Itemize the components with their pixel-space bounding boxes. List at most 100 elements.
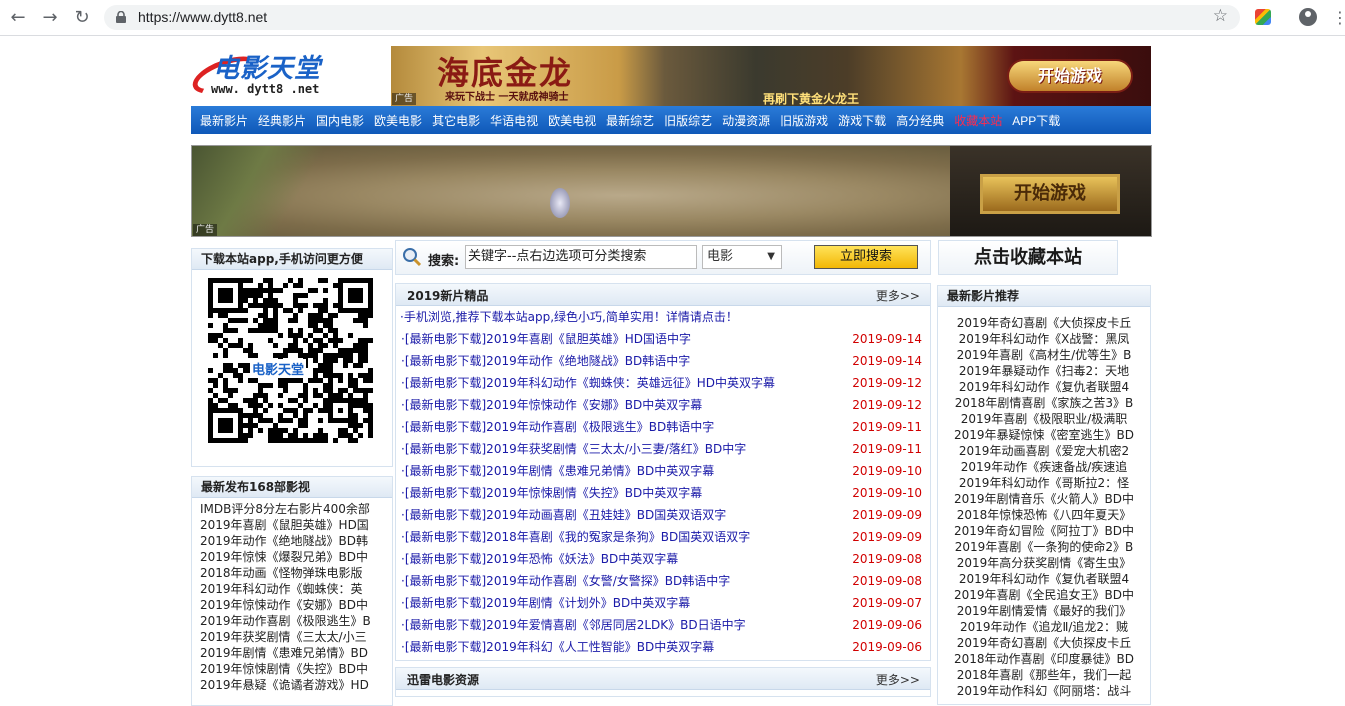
recommend-item[interactable]: 2019年奇幻喜剧《大侦探皮卡丘 [938, 635, 1150, 651]
latest-168-item[interactable]: 2019年悬疑《诡谲者游戏》HD [200, 677, 392, 693]
recommend-item[interactable]: 2019年科幻动作《复仇者联盟4 [938, 571, 1150, 587]
recommend-item[interactable]: 2018年惊悚恐怖《八四年夏天》 [938, 507, 1150, 523]
recommend-item[interactable]: 2018年剧情喜剧《家族之苦3》B [938, 395, 1150, 411]
new-2019-row: ·[最新电影下载]2019年爱情喜剧《邻居同居2LDK》BD日语中字 2019-0… [396, 614, 930, 636]
movie-link[interactable]: ·[最新电影下载]2019年动作喜剧《极限逃生》BD韩语中字 [401, 420, 714, 434]
search-button[interactable]: 立即搜索 [814, 245, 918, 269]
recommend-item[interactable]: 2019年科幻动作《X战警：黑凤 [938, 331, 1150, 347]
new-2019-box: 2019新片精品 更多>> ·手机浏览,推荐下载本站app,绿色小巧,简单实用！… [395, 283, 931, 661]
new-2019-row: ·[最新电影下载]2019年科幻动作《蜘蛛侠：英雄远征》HD中英双字幕 2019-… [396, 372, 930, 394]
latest-168-item[interactable]: 2019年喜剧《鼠胆英雄》HD国 [200, 517, 392, 533]
nav-item[interactable]: 其它电影 [427, 112, 485, 129]
search-input[interactable]: 关键字--点右边选项可分类搜索 [465, 245, 697, 269]
recommend-item[interactable]: 2019年高分获奖剧情《寄生虫》 [938, 555, 1150, 571]
latest-168-item[interactable]: 2019年惊悚《爆裂兄弟》BD中 [200, 549, 392, 565]
movie-link[interactable]: ·[最新电影下载]2019年剧情《计划外》BD中英双字幕 [401, 596, 690, 610]
recommend-item[interactable]: 2019年喜剧《极限职业/极满职 [938, 411, 1150, 427]
bookmark-star-icon[interactable]: ☆ [1213, 6, 1228, 26]
search-category-select[interactable]: 电影 ▼ [702, 245, 782, 269]
movie-link[interactable]: ·[最新电影下载]2018年喜剧《我的冤家是条狗》BD国英双语双字 [401, 530, 750, 544]
new-2019-row: ·[最新电影下载]2019年剧情《计划外》BD中英双字幕 2019-09-07 [396, 592, 930, 614]
recommend-item[interactable]: 2019年科幻动作《复仇者联盟4 [938, 379, 1150, 395]
reload-icon[interactable]: ↻ [72, 8, 92, 28]
movie-date: 2019-09-06 [852, 640, 922, 654]
movie-date: 2019-09-08 [852, 574, 922, 588]
movie-link[interactable]: ·[最新电影下载]2019年科幻动作《蜘蛛侠：英雄远征》HD中英双字幕 [401, 376, 775, 390]
nav-item[interactable]: APP下载 [1007, 112, 1065, 129]
nav-item[interactable]: 游戏下载 [833, 112, 891, 129]
bookmark-site-button[interactable]: 点击收藏本站 [938, 240, 1118, 275]
latest-168-item[interactable]: 2019年动作《绝地隧战》BD韩 [200, 533, 392, 549]
movie-link[interactable]: ·[最新电影下载]2019年获奖剧情《三太太/小三妻/落红》BD中字 [401, 442, 746, 456]
recommend-item[interactable]: 2019年暴疑惊悚《密室逃生》BD [938, 427, 1150, 443]
nav-item[interactable]: 旧版综艺 [659, 112, 717, 129]
nav-item[interactable]: 高分经典 [891, 112, 949, 129]
recommend-item[interactable]: 2019年奇幻喜剧《大侦探皮卡丘 [938, 315, 1150, 331]
movie-link[interactable]: ·[最新电影下载]2019年动画喜剧《丑娃娃》BD国英双语双字 [401, 508, 726, 522]
movie-date: 2019-09-14 [852, 332, 922, 346]
recommend-item[interactable]: 2019年动作《疾速备战/疾速追 [938, 459, 1150, 475]
recommend-item[interactable]: 2019年动画喜剧《爱宠大机密2 [938, 443, 1150, 459]
nav-item[interactable]: 国内电影 [311, 112, 369, 129]
nav-item[interactable]: 欧美电视 [543, 112, 601, 129]
movie-link[interactable]: ·[最新电影下载]2019年爱情喜剧《邻居同居2LDK》BD日语中字 [401, 618, 746, 632]
recommend-item[interactable]: 2019年奇幻冒险《阿拉丁》BD中 [938, 523, 1150, 539]
latest-168-item[interactable]: 2019年剧情《患难兄弟情》BD [200, 645, 392, 661]
profile-avatar-icon[interactable] [1299, 8, 1317, 26]
xunlei-header: 迅雷电影资源 更多>> [396, 668, 930, 690]
nav-item[interactable]: 华语电视 [485, 112, 543, 129]
movie-link[interactable]: ·[最新电影下载]2019年科幻《人工性智能》BD中英双字幕 [401, 640, 714, 654]
recommend-item[interactable]: 2019年喜剧《高材生/优等生》B [938, 347, 1150, 363]
recommend-item[interactable]: 2019年剧情爱情《最好的我们》 [938, 603, 1150, 619]
recommend-item[interactable]: 2019年动作科幻《阿丽塔：战斗 [938, 683, 1150, 699]
recommend-item[interactable]: 2018年喜剧《那些年，我们一起 [938, 667, 1150, 683]
nav-item[interactable]: 最新综艺 [601, 112, 659, 129]
latest-168-item[interactable]: 2018年动画《怪物弹珠电影版 [200, 565, 392, 581]
recommend-item[interactable]: 2019年喜剧《全民追女王》BD中 [938, 587, 1150, 603]
nav-item[interactable]: 最新影片 [195, 112, 253, 129]
new-2019-row: ·[最新电影下载]2019年恐怖《妖法》BD中英双字幕 2019-09-08 [396, 548, 930, 570]
recommend-item[interactable]: 2019年喜剧《一条狗的使命2》B [938, 539, 1150, 555]
nav-item[interactable]: 收藏本站 [949, 112, 1007, 129]
latest-168-item[interactable]: 2019年惊悚动作《安娜》BD中 [200, 597, 392, 613]
top-ad-banner[interactable]: 海底金龙 来玩下战士 一天就成神骑士 再刷下黄金火龙王 开始游戏 广告 [391, 46, 1151, 106]
nav-item[interactable]: 欧美电影 [369, 112, 427, 129]
movie-link[interactable]: ·[最新电影下载]2019年恐怖《妖法》BD中英双字幕 [401, 552, 678, 566]
new-2019-row: ·[最新电影下载]2019年惊悚剧情《失控》BD中英双字幕 2019-09-10 [396, 482, 930, 504]
app-notice-link[interactable]: ·手机浏览,推荐下载本站app,绿色小巧,简单实用！详情请点击！ [396, 306, 930, 328]
latest-168-item[interactable]: 2019年科幻动作《蜘蛛侠：英 [200, 581, 392, 597]
movie-date: 2019-09-08 [852, 552, 922, 566]
nav-item[interactable]: 旧版游戏 [775, 112, 833, 129]
recommend-item[interactable]: 2019年剧情音乐《火箭人》BD中 [938, 491, 1150, 507]
movie-link[interactable]: ·[最新电影下载]2019年剧情《患难兄弟情》BD中英双字幕 [401, 464, 714, 478]
recommend-item[interactable]: 2019年暴疑动作《扫毒2：天地 [938, 363, 1150, 379]
new-2019-list: ·[最新电影下载]2019年喜剧《鼠胆英雄》HD国语中字 2019-09-14 ·[… [396, 328, 930, 658]
new-2019-row: ·[最新电影下载]2019年喜剧《鼠胆英雄》HD国语中字 2019-09-14 [396, 328, 930, 350]
back-arrow-icon[interactable]: ← [8, 8, 28, 28]
latest-168-item[interactable]: IMDB评分8分左右影片400余部 [200, 501, 392, 517]
url-text: https://www.dytt8.net [138, 9, 268, 25]
movie-link[interactable]: ·[最新电影下载]2019年惊悚剧情《失控》BD中英双字幕 [401, 486, 702, 500]
movie-link[interactable]: ·[最新电影下载]2019年动作喜剧《女警/女警探》BD韩语中字 [401, 574, 730, 588]
banner-play-button[interactable]: 开始游戏 [1007, 59, 1133, 93]
recommend-item[interactable]: 2019年动作《追龙Ⅱ/追龙2：贼 [938, 619, 1150, 635]
recommend-item[interactable]: 2019年科幻动作《哥斯拉2：怪 [938, 475, 1150, 491]
recommend-item[interactable]: 2018年动作喜剧《印度暴徒》BD [938, 651, 1150, 667]
movie-link[interactable]: ·[最新电影下载]2019年惊悚动作《安娜》BD中英双字幕 [401, 398, 702, 412]
latest-168-item[interactable]: 2019年惊悚剧情《失控》BD中 [200, 661, 392, 677]
menu-kebab-icon[interactable]: ⋮ [1332, 6, 1345, 30]
mid-ad-banner[interactable]: 开始游戏 广告 [191, 145, 1152, 237]
site-logo[interactable]: 电影天堂 www. dytt8 .net [187, 46, 351, 102]
extension-icon[interactable] [1255, 9, 1271, 25]
movie-link[interactable]: ·[最新电影下载]2019年动作《绝地隧战》BD韩语中字 [401, 354, 690, 368]
nav-item[interactable]: 经典影片 [253, 112, 311, 129]
movie-link[interactable]: ·[最新电影下载]2019年喜剧《鼠胆英雄》HD国语中字 [401, 332, 691, 346]
new-2019-more-link[interactable]: 更多>> [876, 287, 920, 304]
banner-play-button-2[interactable]: 开始游戏 [980, 174, 1120, 214]
latest-168-item[interactable]: 2019年动作喜剧《极限逃生》B [200, 613, 392, 629]
xunlei-more-link[interactable]: 更多>> [876, 671, 920, 688]
latest-168-item[interactable]: 2019年获奖剧情《三太太/小三 [200, 629, 392, 645]
forward-arrow-icon[interactable]: → [40, 8, 60, 28]
address-bar[interactable]: https://www.dytt8.net ☆ [104, 5, 1240, 30]
nav-item[interactable]: 动漫资源 [717, 112, 775, 129]
